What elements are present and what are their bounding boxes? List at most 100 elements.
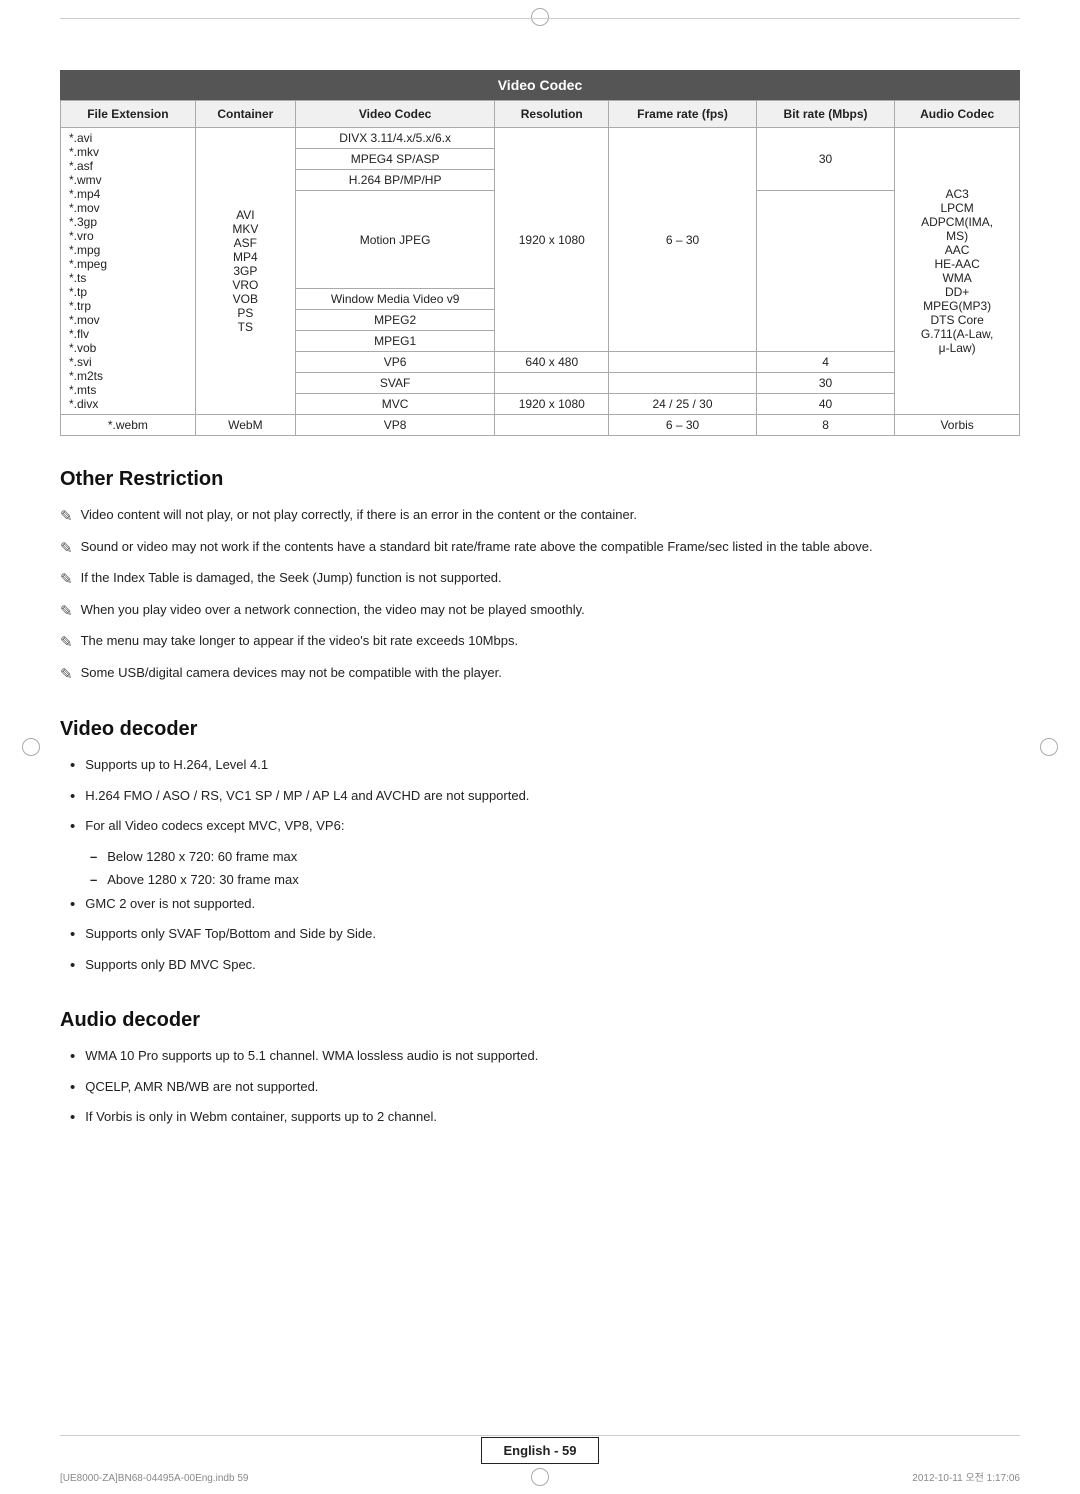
codec-mpeg1: MPEG1 xyxy=(295,331,494,352)
list-item: ✎ When you play video over a network con… xyxy=(60,600,1020,624)
note-icon: ✎ xyxy=(60,506,73,529)
bullet-text: Supports only SVAF Top/Bottom and Side b… xyxy=(85,924,376,944)
video-codec-section: Video Codec File Extension Container Vid… xyxy=(60,70,1020,436)
page-number: English - 59 xyxy=(481,1437,600,1464)
col-header-extension: File Extension xyxy=(61,101,196,128)
list-item: • Supports only SVAF Top/Bottom and Side… xyxy=(70,924,1020,947)
framerate-mvc: 24 / 25 / 30 xyxy=(609,394,757,415)
bottom-line xyxy=(60,1435,1020,1436)
table-row-webm: *.webm WebM VP8 6 – 30 8 Vorbis xyxy=(61,415,1020,436)
bullet-icon: • xyxy=(70,755,75,778)
col-header-framerate: Frame rate (fps) xyxy=(609,101,757,128)
note-icon: ✎ xyxy=(60,569,73,592)
codec-mpeg2: MPEG2 xyxy=(295,310,494,331)
note-text: The menu may take longer to appear if th… xyxy=(81,631,519,651)
sub-text: Above 1280 x 720: 30 frame max xyxy=(107,870,299,890)
resolution-webm xyxy=(495,415,609,436)
codec-svaf: SVAF xyxy=(295,373,494,394)
bullet-icon: • xyxy=(70,1077,75,1100)
right-binding-circle xyxy=(1040,738,1058,756)
video-decoder-sub-list: – Below 1280 x 720: 60 frame max – Above… xyxy=(70,847,1020,890)
video-decoder-list: • Supports up to H.264, Level 4.1 • H.26… xyxy=(60,755,1020,977)
bitrate-svaf: 30 xyxy=(756,373,894,394)
note-icon: ✎ xyxy=(60,664,73,687)
col-header-bitrate: Bit rate (Mbps) xyxy=(756,101,894,128)
codec-mvc: MVC xyxy=(295,394,494,415)
list-item: • Supports only BD MVC Spec. xyxy=(70,955,1020,978)
list-item: ✎ The menu may take longer to appear if … xyxy=(60,631,1020,655)
other-restriction-title: Other Restriction xyxy=(60,468,1020,491)
bullet-icon: • xyxy=(70,924,75,947)
container-webm: WebM xyxy=(195,415,295,436)
bullet-icon: • xyxy=(70,894,75,917)
bullet-icon: • xyxy=(70,816,75,839)
video-decoder-section: Video decoder • Supports up to H.264, Le… xyxy=(60,718,1020,977)
bullet-text: For all Video codecs except MVC, VP8, VP… xyxy=(85,816,344,836)
codec-table: File Extension Container Video Codec Res… xyxy=(60,100,1020,436)
col-header-codec: Video Codec xyxy=(295,101,494,128)
table-row: *.avi*.mkv*.asf*.wmv*.mp4*.mov*.3gp*.vro… xyxy=(61,128,1020,149)
resolution-main: 1920 x 1080 xyxy=(495,128,609,352)
file-extensions: *.avi*.mkv*.asf*.wmv*.mp4*.mov*.3gp*.vro… xyxy=(61,128,196,415)
bitrate-none-mid xyxy=(756,191,894,352)
audio-webm: Vorbis xyxy=(895,415,1020,436)
ext-webm: *.webm xyxy=(61,415,196,436)
footer-right-text: 2012-10-11 오전 1:17:06 xyxy=(912,1469,1020,1484)
resolution-svaf xyxy=(495,373,609,394)
table-title: Video Codec xyxy=(60,70,1020,100)
bullet-text: WMA 10 Pro supports up to 5.1 channel. W… xyxy=(85,1046,538,1066)
bullet-text: Supports only BD MVC Spec. xyxy=(85,955,256,975)
sub-dash-icon: – xyxy=(90,870,97,890)
codec-wmv9: Window Media Video v9 xyxy=(295,289,494,310)
codec-h264: H.264 BP/MP/HP xyxy=(295,170,494,191)
codec-vp6: VP6 xyxy=(295,352,494,373)
list-item: • For all Video codecs except MVC, VP8, … xyxy=(70,816,1020,839)
list-item: ✎ Sound or video may not work if the con… xyxy=(60,537,1020,561)
other-restriction-list: ✎ Video content will not play, or not pl… xyxy=(60,505,1020,686)
codec-vp8: VP8 xyxy=(295,415,494,436)
sub-text: Below 1280 x 720: 60 frame max xyxy=(107,847,297,867)
note-text: Some USB/digital camera devices may not … xyxy=(81,663,502,683)
resolution-vp6: 640 x 480 xyxy=(495,352,609,373)
bullet-text: QCELP, AMR NB/WB are not supported. xyxy=(85,1077,318,1097)
container-list: AVIMKVASFMP43GPVROVOBPSTS xyxy=(195,128,295,415)
list-item: • Supports up to H.264, Level 4.1 xyxy=(70,755,1020,778)
framerate-main: 6 – 30 xyxy=(609,128,757,352)
bullet-text: GMC 2 over is not supported. xyxy=(85,894,255,914)
bitrate-30-top: 30 xyxy=(756,128,894,191)
framerate-svaf xyxy=(609,373,757,394)
bullet-text: Supports up to H.264, Level 4.1 xyxy=(85,755,268,775)
sub-list-item: – Above 1280 x 720: 30 frame max xyxy=(90,870,1020,890)
note-icon: ✎ xyxy=(60,538,73,561)
list-item: • QCELP, AMR NB/WB are not supported. xyxy=(70,1077,1020,1100)
list-item: ✎ If the Index Table is damaged, the See… xyxy=(60,568,1020,592)
left-binding-circle xyxy=(22,738,40,756)
list-item: ✎ Video content will not play, or not pl… xyxy=(60,505,1020,529)
sub-dash-icon: – xyxy=(90,847,97,867)
note-text: Video content will not play, or not play… xyxy=(81,505,637,525)
audio-decoder-title: Audio decoder xyxy=(60,1009,1020,1032)
note-icon: ✎ xyxy=(60,632,73,655)
bitrate-vp6: 4 xyxy=(756,352,894,373)
bullet-icon: • xyxy=(70,1107,75,1130)
framerate-vp6 xyxy=(609,352,757,373)
bullet-icon: • xyxy=(70,786,75,809)
bullet-text: H.264 FMO / ASO / RS, VC1 SP / MP / AP L… xyxy=(85,786,529,806)
top-decoration xyxy=(531,8,549,26)
note-text: Sound or video may not work if the conte… xyxy=(81,537,873,557)
audio-decoder-section: Audio decoder • WMA 10 Pro supports up t… xyxy=(60,1009,1020,1130)
footer: English - 59 xyxy=(0,1437,1080,1464)
framerate-webm: 6 – 30 xyxy=(609,415,757,436)
list-item: • WMA 10 Pro supports up to 5.1 channel.… xyxy=(70,1046,1020,1069)
resolution-mvc: 1920 x 1080 xyxy=(495,394,609,415)
top-line xyxy=(60,18,1020,19)
other-restriction-section: Other Restriction ✎ Video content will n… xyxy=(60,468,1020,686)
video-decoder-title: Video decoder xyxy=(60,718,1020,741)
col-header-container: Container xyxy=(195,101,295,128)
bitrate-mvc: 40 xyxy=(756,394,894,415)
list-item: ✎ Some USB/digital camera devices may no… xyxy=(60,663,1020,687)
bitrate-webm: 8 xyxy=(756,415,894,436)
footer-left-text: [UE8000-ZA]BN68-04495A-00Eng.indb 59 xyxy=(60,1473,248,1484)
audio-decoder-list: • WMA 10 Pro supports up to 5.1 channel.… xyxy=(60,1046,1020,1130)
codec-mpeg4: MPEG4 SP/ASP xyxy=(295,149,494,170)
